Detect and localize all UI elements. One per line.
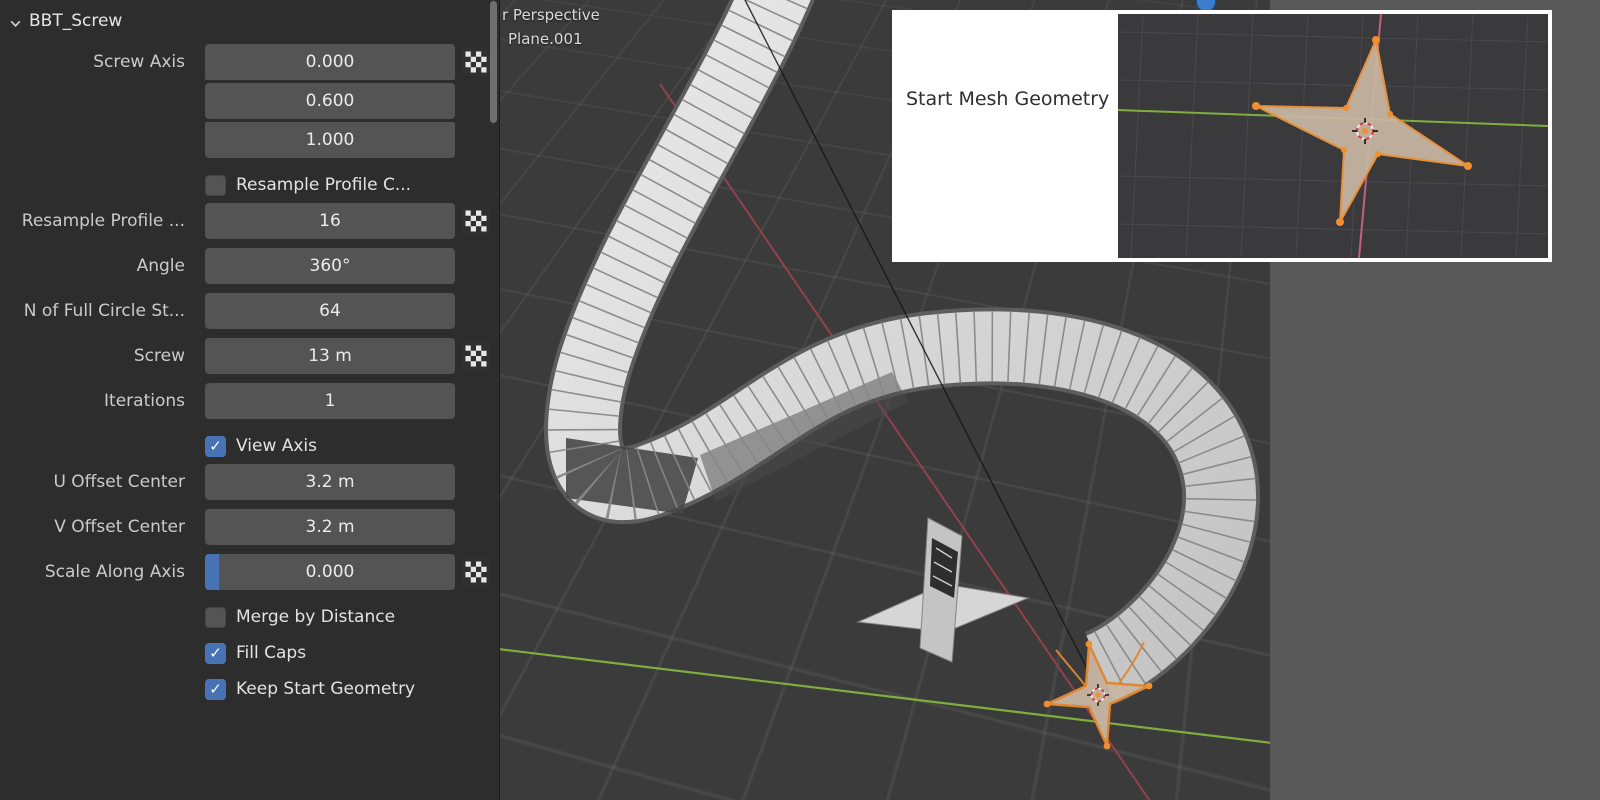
viewport-perspective-label: r Perspective [502,6,600,24]
slider-fill [205,554,219,590]
merge-by-distance-label: Merge by Distance [236,607,396,627]
resample-profile-curve-checkbox[interactable] [205,174,226,196]
attribute-toggle-icon[interactable] [458,44,494,80]
fill-caps-label: Fill Caps [236,643,307,663]
cross-mesh-object [856,517,1030,663]
n-full-circle-row: N of Full Circle St... 64 [0,293,499,329]
u-offset-label: U Offset Center [53,472,185,492]
panel-header[interactable]: BBT_Screw [0,0,499,40]
n-full-circle-field[interactable]: 64 [205,293,455,329]
scale-along-axis-slider[interactable]: 0.000 [205,554,455,590]
resample-profile-field[interactable]: 16 [205,203,455,239]
iterations-row: Iterations 1 [0,383,499,419]
keep-start-geometry-checkbox[interactable] [205,678,226,700]
scale-along-axis-label: Scale Along Axis [44,562,185,582]
resample-profile-row: Resample Profile ... 16 [0,203,499,239]
screw-field[interactable]: 13 m [205,338,455,374]
resample-profile-label: Resample Profile ... [21,211,185,231]
u-offset-row: U Offset Center 3.2 m [0,464,499,500]
annotation-label: Start Mesh Geometry [906,88,1110,110]
iterations-field[interactable]: 1 [205,383,455,419]
fill-caps-row: Fill Caps [205,635,499,671]
angle-label: Angle [136,256,185,276]
angle-row: Angle 360° [0,248,499,284]
screw-axis-label: Screw Axis [93,52,185,72]
scale-along-axis-row: Scale Along Axis 0.000 [0,554,499,590]
panel-title: BBT_Screw [29,11,123,31]
start-mesh-image [1118,14,1548,258]
keep-start-geometry-row: Keep Start Geometry [205,671,499,707]
screw-label: Screw [133,346,185,366]
panel-scrollbar[interactable] [490,1,497,123]
screw-axis-x-field[interactable]: 0.000 [205,44,455,80]
n-full-circle-label: N of Full Circle St... [23,301,185,321]
screw-axis-row: Screw Axis 0.000 0.600 1.000 [0,44,499,158]
v-offset-field[interactable]: 3.2 m [205,509,455,545]
merge-by-distance-row: Merge by Distance [205,599,499,635]
attribute-toggle-icon[interactable] [458,203,494,239]
view-axis-label: View Axis [236,436,318,456]
chevron-down-icon[interactable] [9,15,22,28]
modifier-panel: BBT_Screw Screw Axis 0.000 0.600 1.000 R… [0,0,500,800]
angle-field[interactable]: 360° [205,248,455,284]
iterations-label: Iterations [104,391,185,411]
v-offset-label: V Offset Center [54,517,185,537]
fill-caps-checkbox[interactable] [205,642,226,664]
viewport-object-label: Plane.001 [508,30,583,48]
v-offset-row: V Offset Center 3.2 m [0,509,499,545]
start-mesh-scene [1118,14,1548,258]
attribute-toggle-icon[interactable] [458,338,494,374]
start-mesh-annotation: Start Mesh Geometry [892,10,1552,262]
view-axis-checkbox[interactable] [205,435,226,457]
view-axis-row: View Axis [205,428,499,464]
attribute-toggle-icon[interactable] [458,554,494,590]
screw-axis-z-field[interactable]: 1.000 [205,122,455,158]
keep-start-geometry-label: Keep Start Geometry [236,679,416,699]
screw-row: Screw 13 m [0,338,499,374]
resample-profile-curve-row: Resample Profile C... [205,167,499,203]
screw-axis-y-field[interactable]: 0.600 [205,83,455,119]
resample-profile-curve-label: Resample Profile C... [236,175,412,195]
merge-by-distance-checkbox[interactable] [205,606,226,628]
u-offset-field[interactable]: 3.2 m [205,464,455,500]
